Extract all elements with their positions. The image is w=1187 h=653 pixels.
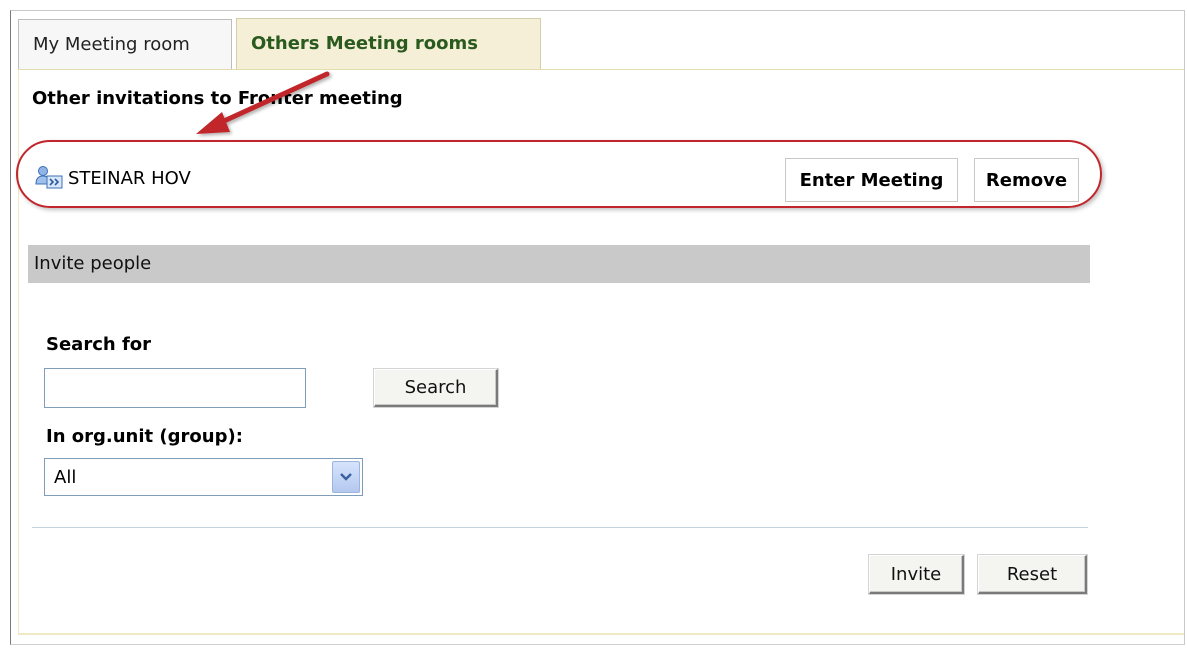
invite-people-section-header: Invite people [28,245,1090,283]
invitation-person-name: STEINAR HOV [68,168,191,189]
tab-my-meeting-room[interactable]: My Meeting room [18,19,232,69]
search-button[interactable]: Search [374,369,498,407]
search-for-label: Search for [46,334,152,355]
invitations-heading: Other invitations to Fronter meeting [32,88,403,109]
search-input[interactable] [44,368,306,408]
enter-meeting-button[interactable]: Enter Meeting [785,158,958,202]
form-divider [32,527,1088,528]
chevron-down-icon[interactable] [332,461,360,493]
org-unit-select[interactable]: All [44,458,363,496]
org-unit-selected-value: All [54,467,77,488]
reset-button[interactable]: Reset [978,555,1087,594]
invite-button[interactable]: Invite [869,555,964,594]
person-icon [34,165,64,191]
org-unit-label: In org.unit (group): [46,426,243,447]
tab-others-meeting-rooms[interactable]: Others Meeting rooms [236,18,541,70]
remove-button[interactable]: Remove [974,158,1079,202]
